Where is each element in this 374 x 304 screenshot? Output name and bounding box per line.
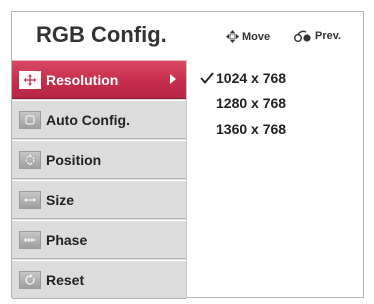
option-1360x768[interactable]: 1360 x 768 xyxy=(200,121,286,137)
chevron-right-icon xyxy=(170,74,176,84)
menu-item-phase[interactable]: Phase xyxy=(12,220,186,259)
move-hint: Move xyxy=(226,30,270,43)
dialog-header: RGB Config. Move Prev. xyxy=(12,12,363,60)
menu-item-resolution[interactable]: Resolution xyxy=(12,60,186,99)
option-label: 1024 x 768 xyxy=(216,70,287,86)
move-hint-label: Move xyxy=(242,30,271,43)
position-icon xyxy=(19,150,41,169)
reset-icon xyxy=(19,270,41,289)
prev-hint-label: Prev. xyxy=(315,30,342,42)
menu-item-label: Position xyxy=(46,151,102,168)
menu-item-position[interactable]: Position xyxy=(12,140,186,179)
option-label: 1360 x 768 xyxy=(216,121,287,137)
menu-item-label: Phase xyxy=(46,231,88,248)
auto-config-icon xyxy=(19,110,41,129)
move-arrows-icon xyxy=(226,30,239,43)
menu-item-label: Reset xyxy=(46,271,85,288)
option-1280x768[interactable]: 1280 x 768 xyxy=(200,95,286,111)
resolution-icon xyxy=(19,70,41,89)
back-icon xyxy=(294,30,311,42)
menu-item-label: Auto Config. xyxy=(46,111,130,128)
menu-item-size[interactable]: Size xyxy=(12,180,186,219)
prev-hint: Prev. xyxy=(294,30,341,42)
size-icon xyxy=(19,190,41,209)
checkmark-icon xyxy=(200,72,214,84)
rgb-config-dialog: RGB Config. Move Prev. Resolution Auto C… xyxy=(11,11,364,299)
menu-item-label: Resolution xyxy=(46,71,119,88)
phase-icon xyxy=(19,230,41,249)
dialog-title: RGB Config. xyxy=(36,22,167,47)
settings-menu: Resolution Auto Config. Position Size Ph… xyxy=(12,60,187,299)
menu-item-auto-config[interactable]: Auto Config. xyxy=(12,100,186,139)
option-label: 1280 x 768 xyxy=(216,95,287,111)
option-1024x768[interactable]: 1024 x 768 xyxy=(200,70,286,86)
menu-item-reset[interactable]: Reset xyxy=(12,260,186,299)
menu-item-label: Size xyxy=(46,191,75,208)
